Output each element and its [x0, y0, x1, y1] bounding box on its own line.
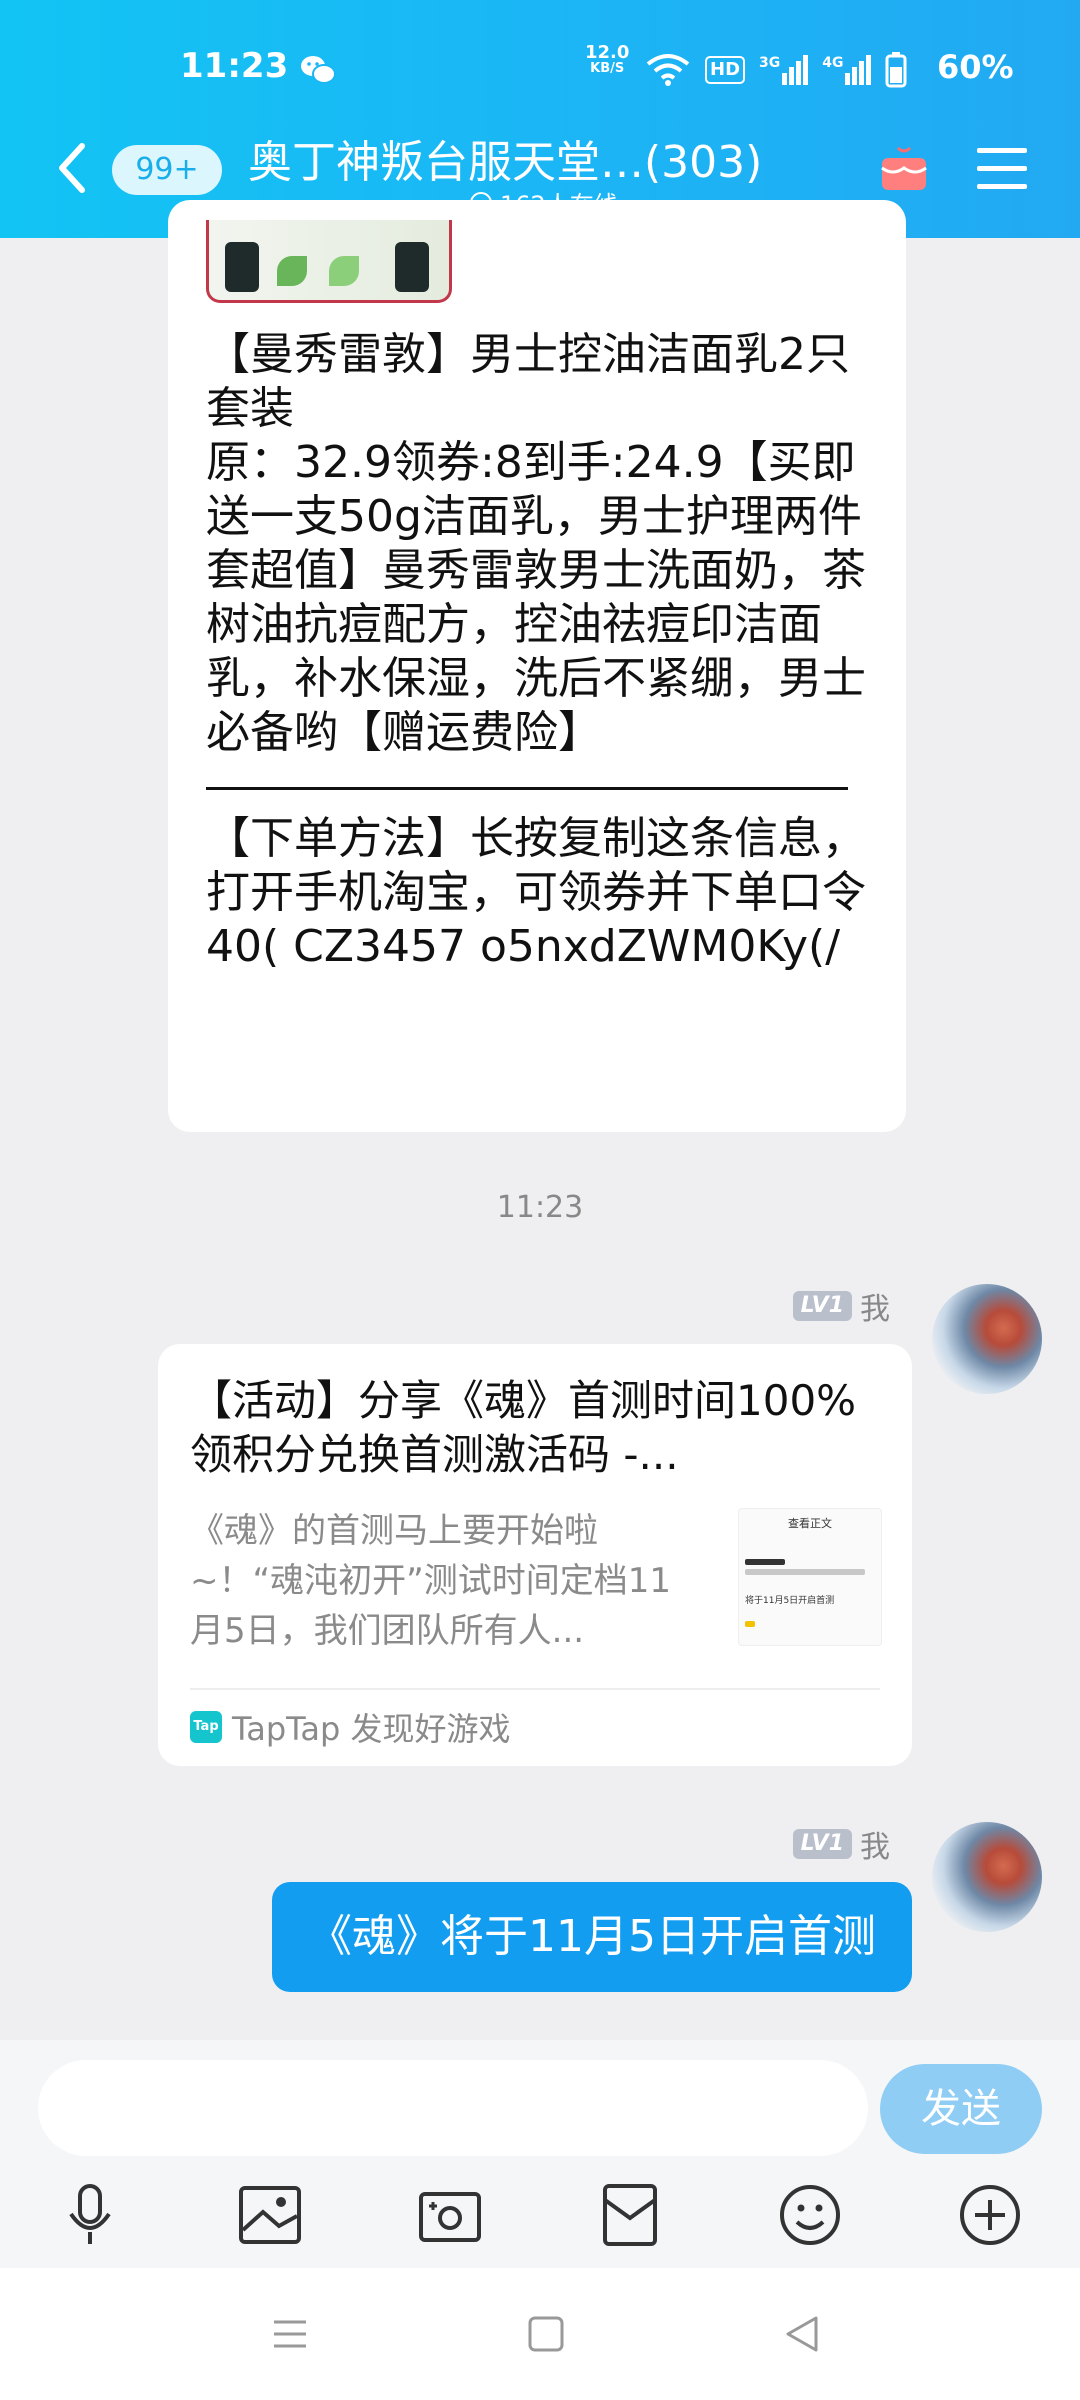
share-description: 《魂》的首测马上要开始啦~！“魂沌初开”测试时间定档11月5日，我们团队所有人.… [190, 1511, 671, 1651]
red-packet-icon[interactable] [595, 2180, 665, 2250]
camera-icon[interactable] [415, 2180, 485, 2250]
battery-percent: 60% [937, 48, 1014, 86]
group-title[interactable]: 奥丁神叛台服天堂…(303) [248, 126, 762, 190]
menu-icon[interactable] [975, 146, 1029, 192]
share-link-card[interactable]: 【活动】分享《魂》首测时间100%领积分兑换首测激活码 -... 《魂》的首测马… [158, 1344, 912, 1766]
message-timestamp: 11:23 [496, 1190, 584, 1225]
message-input[interactable] [38, 2060, 868, 2156]
cake-icon[interactable] [876, 140, 932, 196]
home-icon[interactable] [522, 2310, 570, 2358]
status-bar: 11:23 12.0 KB/S HD 3G 4G 60% [0, 40, 1080, 100]
wifi-icon [646, 54, 690, 86]
avatar[interactable] [932, 1284, 1042, 1394]
signal-4g-icon: 4G [822, 55, 872, 85]
avatar[interactable] [932, 1822, 1042, 1932]
promo-message-card[interactable]: 【曼秀雷敦】男士控油洁面乳2只套装 原：32.9领券:8到手:24.9【买即送一… [168, 200, 906, 1132]
unread-badge[interactable]: 99+ [112, 145, 222, 195]
wechat-icon [301, 56, 336, 84]
share-title: 【活动】分享《魂》首测时间100%领积分兑换首测激活码 -... [190, 1376, 857, 1479]
promo-body-text: 【曼秀雷敦】男士控油洁面乳2只套装 原：32.9领券:8到手:24.9【买即送一… [206, 329, 866, 758]
share-source: Tap TapTap 发现好游戏 [190, 1704, 511, 1750]
share-source-label: TapTap 发现好游戏 [232, 1710, 511, 1748]
emoji-icon[interactable] [775, 2180, 845, 2250]
back-nav-icon[interactable] [778, 2310, 826, 2358]
recent-apps-icon[interactable] [266, 2310, 314, 2358]
input-toolbar [0, 2180, 1080, 2250]
image-icon[interactable] [235, 2180, 305, 2250]
divider [190, 1688, 880, 1690]
sender-info: LV1 我 [792, 1284, 890, 1328]
microphone-icon[interactable] [55, 2180, 125, 2250]
sender-name: 我 [860, 1830, 890, 1865]
signal-3g-icon: 3G [759, 55, 809, 85]
net-speed: 12.0 KB/S [585, 42, 630, 76]
input-area: 发送 [0, 2040, 1080, 2268]
battery-icon [885, 52, 907, 88]
sender-info: LV1 我 [792, 1822, 890, 1866]
sender-name: 我 [860, 1292, 890, 1327]
promo-order-text: 【下单方法】长按复制这条信息，打开手机淘宝，可领券并下单口令40( CZ3457… [206, 813, 866, 972]
back-icon[interactable] [52, 140, 92, 196]
plus-icon[interactable] [955, 2180, 1025, 2250]
divider [206, 787, 848, 790]
status-time: 11:23 [180, 46, 289, 86]
level-badge: LV1 [792, 1829, 852, 1859]
product-image[interactable] [206, 220, 452, 303]
taptap-logo-icon: Tap [190, 1711, 222, 1743]
system-nav-bar [0, 2268, 1080, 2400]
send-button[interactable]: 发送 [880, 2064, 1042, 2154]
share-thumbnail: 查看正文 将于11月5日开启首测 [738, 1508, 882, 1646]
status-icons: HD 3G 4G [645, 50, 907, 90]
hd-icon: HD [705, 56, 746, 84]
message-bubble[interactable]: 《魂》将于11月5日开启首测 [272, 1882, 912, 1992]
level-badge: LV1 [792, 1291, 852, 1321]
